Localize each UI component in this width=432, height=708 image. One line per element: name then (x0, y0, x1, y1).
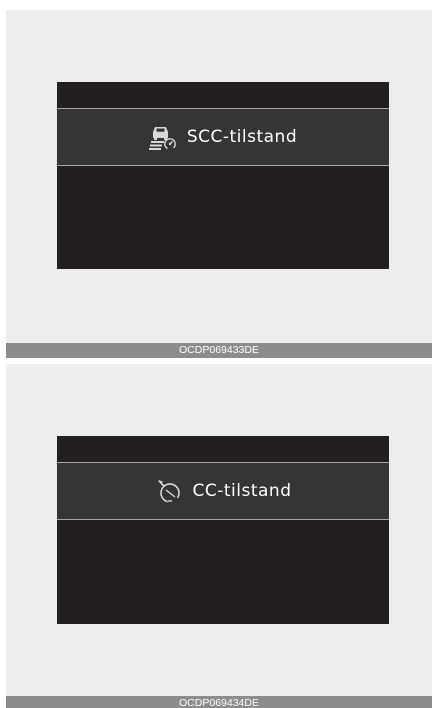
display-header (57, 436, 389, 462)
menu-item-label: SCC-tilstand (186, 127, 298, 147)
page: SCC-tilstand OCDP069433DE CC-tilstand OC… (0, 0, 432, 708)
menu-item-cc-mode[interactable]: CC-tilstand (57, 462, 389, 520)
cluster-display: CC-tilstand (57, 436, 389, 624)
display-header (57, 82, 389, 108)
figure-cc-mode: CC-tilstand OCDP069434DE (6, 364, 432, 708)
menu-item-label: CC-tilstand (192, 481, 292, 501)
cruise-control-icon (155, 477, 183, 505)
cluster-display: SCC-tilstand (57, 82, 389, 269)
figure-scc-mode: SCC-tilstand OCDP069433DE (6, 10, 432, 358)
menu-item-scc-mode[interactable]: SCC-tilstand (57, 108, 389, 166)
smart-cruise-control-icon (148, 123, 177, 151)
figure-caption: OCDP069433DE (6, 343, 432, 358)
figure-caption: OCDP069434DE (6, 696, 432, 708)
